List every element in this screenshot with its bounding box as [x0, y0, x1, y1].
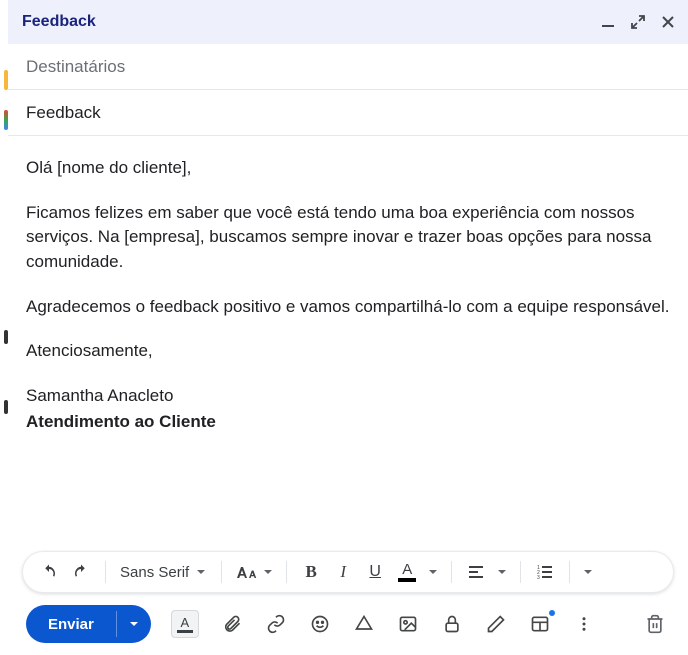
titlebar: Feedback: [8, 0, 688, 44]
formatting-options-button[interactable]: A: [171, 610, 199, 638]
confidential-mode-button[interactable]: [441, 613, 463, 635]
svg-text:3: 3: [537, 575, 540, 581]
recipients-placeholder: Destinatários: [26, 57, 125, 77]
insert-emoji-button[interactable]: [309, 613, 331, 635]
toolbar-separator: [569, 561, 570, 583]
close-button[interactable]: [660, 14, 676, 30]
chevron-down-icon: [195, 566, 207, 578]
subject-field[interactable]: Feedback: [8, 90, 688, 136]
italic-button[interactable]: I: [331, 562, 355, 582]
text-color-button[interactable]: A: [395, 562, 419, 582]
insert-photo-button[interactable]: [397, 613, 419, 635]
body-paragraph-1: Ficamos felizes em saber que você está t…: [26, 201, 670, 275]
send-button[interactable]: Enviar: [26, 605, 116, 643]
send-label: Enviar: [48, 616, 94, 633]
toolbar-separator: [221, 561, 222, 583]
insert-signature-button[interactable]: [485, 613, 507, 635]
signature-role: Atendimento ao Cliente: [26, 410, 670, 435]
font-family-picker[interactable]: Sans Serif: [118, 564, 209, 581]
redo-button[interactable]: [69, 560, 93, 584]
window-title: Feedback: [22, 13, 96, 31]
action-row-left: Enviar A: [26, 605, 595, 643]
more-options-button[interactable]: [573, 613, 595, 635]
font-size-button[interactable]: [234, 560, 274, 584]
text-color-icon: A: [402, 562, 412, 577]
link-icon: [266, 614, 286, 634]
image-icon: [398, 614, 418, 634]
compose-action-icons: A: [171, 610, 595, 638]
attach-file-button[interactable]: [221, 613, 243, 635]
minimize-button[interactable]: [600, 14, 616, 30]
body-closing: Atenciosamente,: [26, 339, 670, 364]
body-greeting: Olá [nome do cliente],: [26, 156, 670, 181]
titlebar-actions: [600, 14, 676, 30]
more-vertical-icon: [575, 615, 593, 633]
pen-icon: [486, 614, 506, 634]
chevron-down-icon: [130, 615, 138, 633]
toolbar-separator: [520, 561, 521, 583]
text-format-icon: A: [181, 616, 190, 629]
undo-button[interactable]: [37, 560, 61, 584]
body-paragraph-2: Agradecemos o feedback positivo e vamos …: [26, 295, 670, 320]
formatting-toolbar: Sans Serif B I U A 123: [22, 551, 674, 593]
paperclip-icon: [222, 614, 242, 634]
chevron-down-icon: [262, 566, 274, 578]
insert-drive-button[interactable]: [353, 613, 375, 635]
align-button[interactable]: [464, 560, 488, 584]
chevron-down-icon[interactable]: [496, 566, 508, 578]
more-formatting-button[interactable]: [582, 566, 594, 578]
expand-button[interactable]: [630, 14, 646, 30]
send-split-button: Enviar: [26, 605, 151, 643]
recipients-field[interactable]: Destinatários: [8, 44, 688, 90]
drive-icon: [354, 614, 374, 634]
subject-text: Feedback: [26, 103, 101, 123]
discard-draft-button[interactable]: [644, 613, 666, 635]
underline-button[interactable]: U: [363, 563, 387, 581]
layout-icon: [530, 614, 550, 634]
thread-color-strip: [0, 0, 8, 655]
toolbar-separator: [105, 561, 106, 583]
send-more-button[interactable]: [117, 605, 151, 643]
numbered-list-button[interactable]: 123: [533, 560, 557, 584]
signature-name: Samantha Anacleto: [26, 384, 670, 409]
layout-options-button[interactable]: [529, 613, 551, 635]
toolbar-separator: [286, 561, 287, 583]
notification-dot: [549, 610, 555, 616]
font-family-label: Sans Serif: [120, 564, 189, 581]
bold-button[interactable]: B: [299, 562, 323, 582]
chevron-down-icon[interactable]: [427, 566, 439, 578]
text-color-bar: [398, 578, 416, 582]
emoji-icon: [310, 614, 330, 634]
message-body[interactable]: Olá [nome do cliente], Ficamos felizes e…: [8, 136, 688, 545]
compose-window: Feedback Destinatários Feedback Olá [nom…: [8, 0, 688, 655]
trash-icon: [645, 614, 665, 634]
action-row: Enviar A: [8, 593, 688, 655]
toolbar-separator: [451, 561, 452, 583]
lock-clock-icon: [442, 614, 462, 634]
insert-link-button[interactable]: [265, 613, 287, 635]
